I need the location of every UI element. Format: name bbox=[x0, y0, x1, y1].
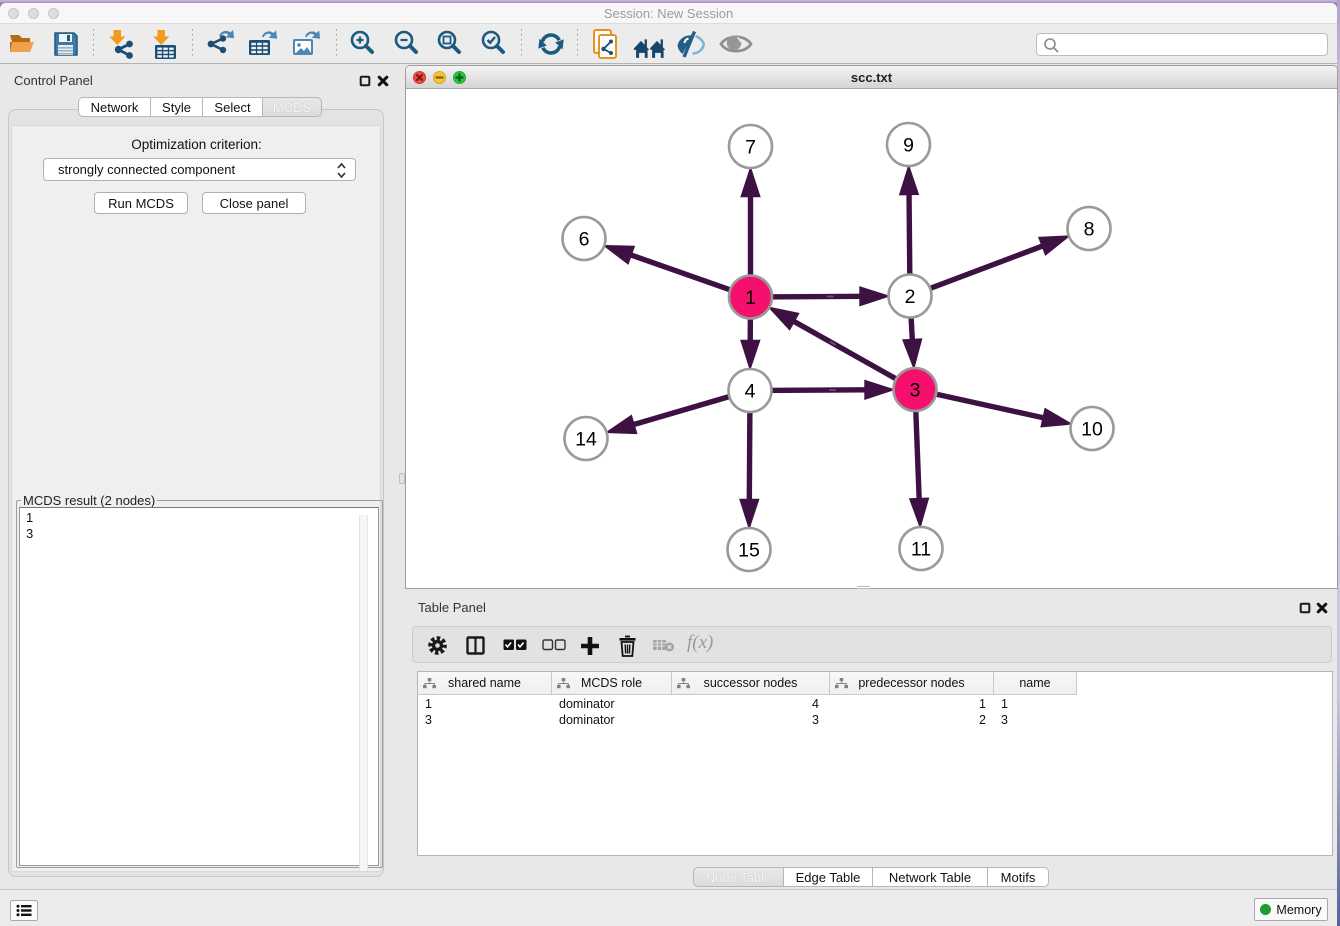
svg-text:15: 15 bbox=[738, 539, 760, 561]
svg-text:6: 6 bbox=[579, 228, 590, 250]
svg-text:14: 14 bbox=[575, 428, 597, 450]
svg-text:1: 1 bbox=[745, 287, 756, 309]
svg-text:10: 10 bbox=[1081, 418, 1103, 440]
svg-text:3: 3 bbox=[910, 379, 921, 401]
svg-text:9: 9 bbox=[903, 134, 914, 156]
svg-text:8: 8 bbox=[1084, 218, 1095, 240]
svg-text:2: 2 bbox=[905, 286, 916, 308]
svg-text:7: 7 bbox=[745, 136, 756, 158]
svg-text:11: 11 bbox=[911, 538, 931, 560]
svg-text:4: 4 bbox=[745, 380, 756, 402]
